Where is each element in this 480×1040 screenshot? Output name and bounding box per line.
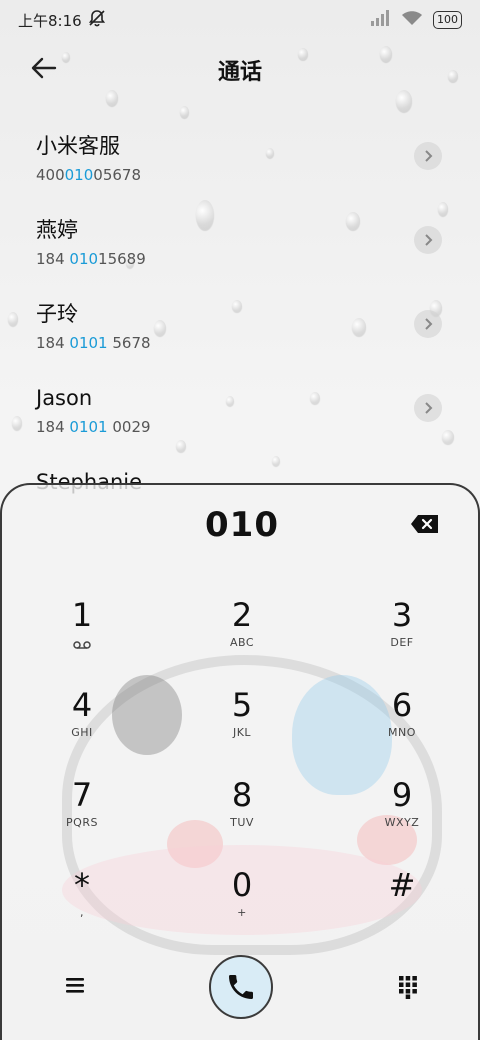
key-3[interactable]: 3 DEF — [322, 595, 478, 685]
status-bar: 上午8:16 100 — [0, 0, 480, 40]
contact-number: 184 01015689 — [36, 250, 146, 268]
status-time: 上午8:16 — [18, 11, 82, 30]
chevron-right-icon — [425, 402, 433, 414]
key-digit: 3 — [391, 596, 413, 634]
key-letters: GHI — [71, 726, 93, 739]
wifi-icon — [401, 10, 423, 30]
keypad-icon — [399, 976, 417, 999]
back-arrow-icon — [31, 57, 57, 83]
chevron-right-icon — [425, 234, 433, 246]
status-right: 100 — [371, 10, 462, 30]
dialer-bottom-bar — [2, 955, 478, 1021]
contact-detail-button[interactable] — [414, 394, 442, 422]
backspace-button[interactable] — [410, 513, 440, 535]
key-letters: ABC — [229, 636, 255, 649]
key-2[interactable]: 2 ABC — [162, 595, 322, 685]
key-star[interactable]: * , — [2, 865, 162, 955]
key-letters: DEF — [390, 636, 414, 649]
call-button[interactable] — [209, 955, 273, 1019]
contact-detail-button[interactable] — [414, 310, 442, 338]
contact-number: 40001005678 — [36, 166, 141, 184]
voicemail-icon — [73, 635, 91, 654]
key-digit: 2 — [231, 596, 253, 634]
key-digit: 4 — [71, 686, 93, 724]
back-button[interactable] — [28, 54, 60, 86]
key-digit: 7 — [71, 776, 93, 814]
key-digit: 8 — [231, 776, 253, 814]
battery-level: 100 — [437, 13, 458, 26]
key-letters: , — [80, 906, 84, 919]
chevron-right-icon — [425, 150, 433, 162]
keypad: 1 2 ABC 3 DEF 4 GHI 5 JKL 6 MNO 7 PQRS 8… — [2, 595, 478, 955]
key-6[interactable]: 6 MNO — [322, 685, 478, 775]
mute-bell-icon — [88, 9, 106, 31]
contact-number: 184 0101 5678 — [36, 334, 151, 352]
key-letters: MNO — [388, 726, 416, 739]
contact-item[interactable]: 子玲 184 0101 5678 — [0, 292, 480, 376]
battery-icon: 100 — [433, 11, 462, 29]
key-digit: 5 — [231, 686, 253, 724]
key-digit: 9 — [391, 776, 413, 814]
key-letters: WXYZ — [384, 816, 420, 829]
key-digit: 1 — [71, 596, 93, 634]
phone-icon — [229, 975, 253, 999]
key-5[interactable]: 5 JKL — [162, 685, 322, 775]
key-letters: PQRS — [66, 816, 98, 829]
key-digit: 0 — [231, 866, 253, 904]
contact-item[interactable]: Jason 184 0101 0029 — [0, 376, 480, 460]
status-left: 上午8:16 — [18, 9, 106, 31]
key-digit: # — [388, 866, 416, 904]
key-letters: TUV — [230, 816, 254, 829]
dial-number-display: 010 — [205, 505, 279, 545]
contact-detail-button[interactable] — [414, 226, 442, 254]
key-9[interactable]: 9 WXYZ — [322, 775, 478, 865]
key-letters: + — [237, 906, 247, 919]
key-hash[interactable]: # — [322, 865, 478, 955]
key-1[interactable]: 1 — [2, 595, 162, 685]
contact-number: 184 0101 0029 — [36, 418, 151, 436]
key-0[interactable]: 0 + — [162, 865, 322, 955]
key-4[interactable]: 4 GHI — [2, 685, 162, 775]
signal-icon — [371, 10, 391, 30]
menu-button[interactable] — [64, 975, 88, 999]
key-letters: JKL — [232, 726, 252, 739]
header: 通话 — [0, 46, 480, 94]
contact-list: 小米客服 40001005678 燕婷 184 01015689 子玲 184 … — [0, 124, 480, 544]
backspace-icon — [411, 515, 438, 533]
key-digit: 6 — [391, 686, 413, 724]
key-8[interactable]: 8 TUV — [162, 775, 322, 865]
contact-detail-button[interactable] — [414, 142, 442, 170]
page-title: 通话 — [217, 60, 262, 85]
menu-icon — [66, 978, 84, 993]
key-7[interactable]: 7 PQRS — [2, 775, 162, 865]
keypad-toggle-button[interactable] — [398, 975, 422, 999]
contact-item[interactable]: 小米客服 40001005678 — [0, 124, 480, 208]
key-digit: * — [74, 866, 90, 904]
chevron-right-icon — [425, 318, 433, 330]
dialpad-sheet: 010 1 2 ABC 3 DEF 4 GHI 5 JKL 6 MNO 7 PQ… — [0, 483, 480, 1040]
contact-item[interactable]: 燕婷 184 01015689 — [0, 208, 480, 292]
